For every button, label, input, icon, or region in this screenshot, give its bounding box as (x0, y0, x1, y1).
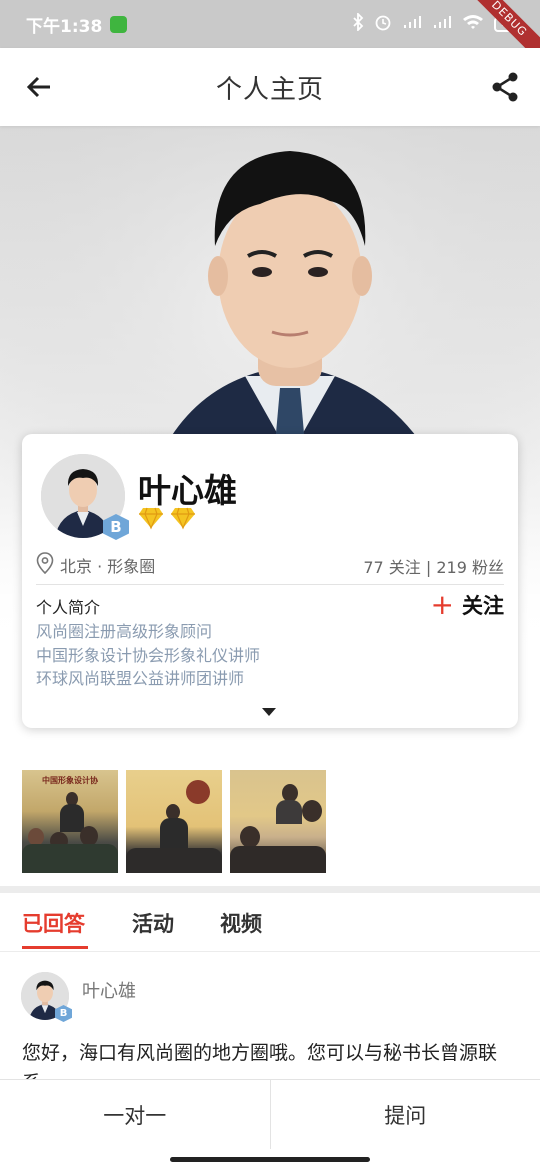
signal-1-icon (402, 14, 422, 35)
answer-avatar[interactable]: B (21, 972, 72, 1022)
page-title: 个人主页 (215, 74, 324, 105)
gallery-photo[interactable] (126, 770, 222, 873)
share-icon[interactable] (488, 70, 522, 104)
divider (36, 584, 504, 585)
tab-activities[interactable]: 活动 (132, 908, 174, 938)
location-text: 北京 · 形象圈 (60, 557, 156, 576)
diamond-icon (138, 506, 164, 534)
notification-app-icon (110, 15, 128, 33)
profile-name: 叶心雄 (138, 471, 237, 510)
profile-avatar[interactable]: B (41, 454, 129, 540)
expand-caret-icon[interactable] (262, 708, 276, 716)
follow-button[interactable]: + 关注 (431, 590, 504, 620)
location-row: 北京 · 形象圈 (36, 552, 155, 578)
content-tabs: 已回答 活动 视频 (0, 894, 540, 952)
gesture-nav-handle[interactable] (170, 1157, 370, 1162)
tab-videos[interactable]: 视频 (220, 908, 262, 938)
gallery-photo[interactable]: 中国形象设计协 (22, 770, 118, 873)
gallery-photo[interactable] (230, 770, 326, 873)
signal-2-icon (432, 14, 452, 35)
wifi-icon (462, 14, 484, 35)
back-arrow-icon[interactable] (22, 70, 56, 104)
photo-gallery: 中国形象设计协 (22, 770, 326, 873)
bluetooth-icon (352, 11, 364, 36)
diamond-icon (170, 506, 196, 534)
tab-answered[interactable]: 已回答 (22, 908, 85, 938)
level-gems (138, 506, 196, 534)
photo-banner-text: 中国形象设计协 (42, 776, 98, 785)
location-pin-icon (36, 552, 54, 578)
intro-line: 中国形象设计协会形象礼仪讲师 (36, 645, 261, 665)
follow-label: 关注 (462, 594, 504, 618)
intro-line: 风尚圈注册高级形象顾问 (36, 622, 213, 641)
status-time: 下午1:38 (26, 16, 103, 37)
answer-text[interactable]: 您好，海口有风尚圈的地方圈哦。您可以与秘书长曾源联系。 (22, 1038, 518, 1080)
plus-icon: + (430, 588, 454, 621)
answer-username: 叶心雄 (82, 981, 136, 1002)
one-on-one-button[interactable]: 一对一 (0, 1080, 270, 1149)
intro-line: 环球风尚联盟公益讲师团讲师 (36, 669, 245, 688)
ask-question-button[interactable]: 提问 (269, 1080, 540, 1149)
active-tab-indicator (22, 946, 88, 949)
status-bar: 下午1:38 33 DEBUG (0, 0, 540, 72)
profile-card: B 叶心雄 北京 · 形象圈 77 关注 | 219 粉丝 个人简介 + 关注 … (22, 434, 518, 728)
intro-heading: 个人简介 (36, 598, 101, 617)
section-separator (0, 886, 540, 893)
alarm-icon (374, 13, 392, 36)
bottom-action-bar: 一对一 提问 (0, 1079, 540, 1149)
follow-stats[interactable]: 77 关注 | 219 粉丝 (363, 554, 504, 578)
intro-text: 风尚圈注册高级形象顾问 中国形象设计协会形象礼仪讲师 环球风尚联盟公益讲师团讲师 (36, 620, 260, 691)
app-bar: 个人主页 (0, 48, 540, 126)
